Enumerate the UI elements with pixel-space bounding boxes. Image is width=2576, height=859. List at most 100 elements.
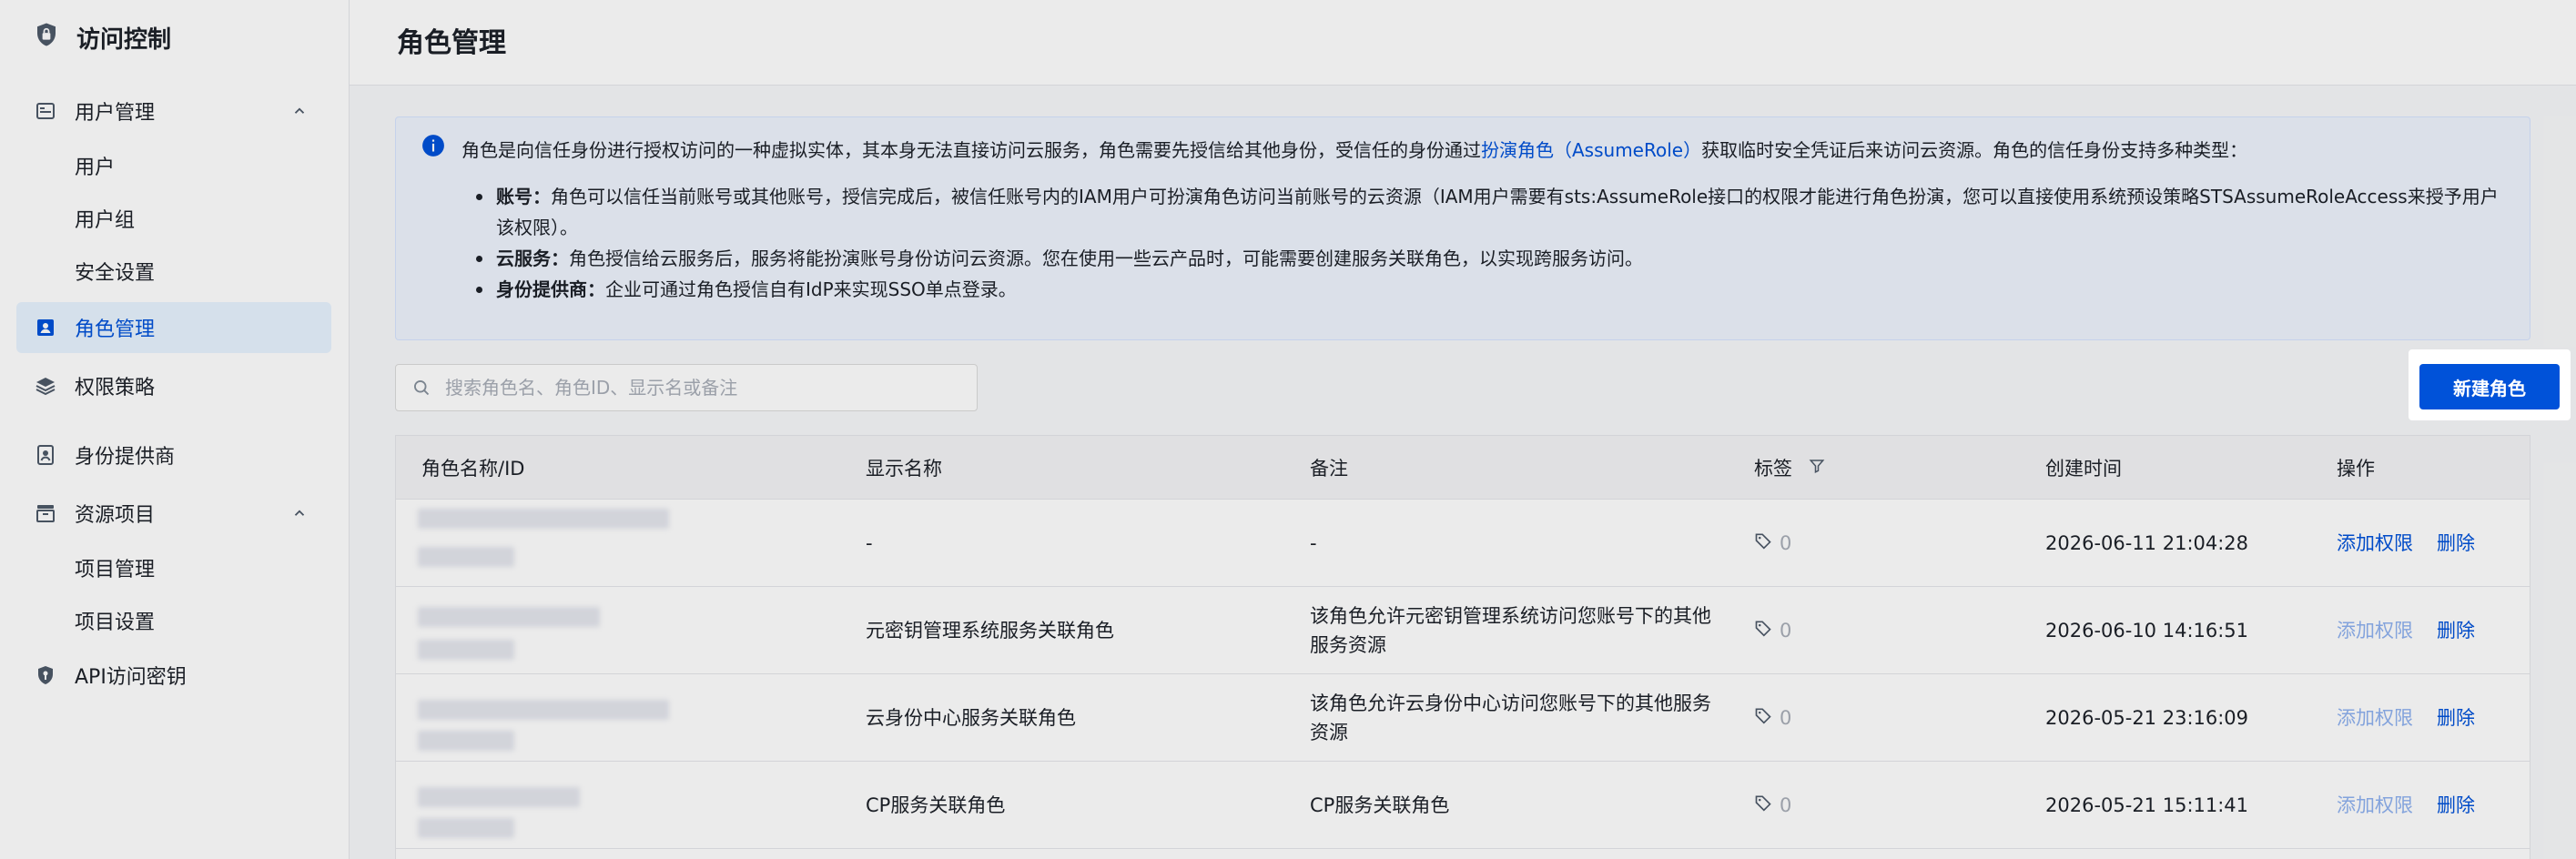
role-actions: 添加权限 删除 [2337, 674, 2475, 762]
redacted-role-name [418, 700, 669, 720]
search-input[interactable] [445, 377, 955, 399]
sidebar-group-label: 资源项目 [75, 504, 156, 527]
column-header-created: 创建时间 [2045, 458, 2122, 480]
tag-count: 0 [1780, 620, 1792, 642]
table-header: 角色名称/ID 显示名称 备注 标签 创建时间 操作 [396, 436, 2530, 500]
table-row: CP服务关联角色 CP服务关联角色 0 2026-05-21 15:11:41 … [396, 762, 2530, 849]
notice-item-text: 企业可通过角色授信自有IdP来实现SSO单点登录。 [605, 278, 1017, 300]
sidebar-group-resource-project[interactable]: 资源项目 [16, 488, 331, 539]
redacted-role-name [418, 607, 600, 627]
column-header-tags: 标签 [1754, 436, 1825, 500]
page-title: 角色管理 [397, 27, 506, 59]
roles-table: 角色名称/ID 显示名称 备注 标签 创建时间 操作 - - 0 2026-06… [395, 435, 2530, 859]
sidebar-item-label: 权限策略 [75, 377, 156, 399]
notice-item-text: 角色授信给云服务后，服务将能扮演账号身份访问云资源。您在使用一些云产品时，可能需… [569, 248, 1643, 269]
role-display-name: 云身份中心服务关联角色 [866, 707, 1076, 729]
sidebar-item-users[interactable]: 用户 [75, 146, 115, 186]
notice-item-idp: 身份提供商：企业可通过角色授信自有IdP来实现SSO单点登录。 [476, 274, 2502, 305]
sidebar-item-label: 角色管理 [75, 318, 156, 341]
new-role-button[interactable]: 新建角色 [2419, 364, 2560, 409]
role-actions: 添加权限 删除 [2337, 587, 2475, 674]
redacted-role-id [418, 640, 514, 660]
tag-icon [1754, 791, 1772, 820]
role-display-name: CP服务关联角色 [866, 794, 1006, 816]
sidebar-item-label: API访问密钥 [75, 666, 187, 689]
column-header-ops: 操作 [2337, 458, 2375, 480]
filter-icon[interactable] [1809, 457, 1825, 479]
role-created-time: 2026-05-21 23:16:09 [2045, 707, 2249, 729]
sidebar-item-idp[interactable]: 身份提供商 [16, 430, 331, 480]
sidebar-item-project-mgmt[interactable]: 项目管理 [75, 548, 155, 588]
sidebar-item-api-keys[interactable]: API访问密钥 [16, 650, 331, 701]
notice-list: 账号：角色可以信任当前账号或其他账号，授信完成后，被信任账号内的IAM用户可扮演… [476, 181, 2502, 305]
table-row: 元密钥管理系统服务关联角色 该角色允许元密钥管理系统访问您账号下的其他服务资源 … [396, 587, 2530, 674]
sidebar-item-project-settings[interactable]: 项目设置 [75, 601, 155, 641]
role-tags[interactable]: 0 [1754, 674, 1791, 762]
add-permission-link[interactable]: 添加权限 [2337, 703, 2413, 733]
notice-item-text: 角色可以信任当前账号或其他账号，授信完成后，被信任账号内的IAM用户可扮演角色访… [496, 186, 2499, 238]
spotlight-highlight: 新建角色 [2409, 349, 2571, 420]
sidebar-item-user-groups[interactable]: 用户组 [75, 198, 135, 238]
key-shield-icon [33, 662, 58, 688]
sidebar-item-roles[interactable]: 角色管理 [16, 302, 331, 353]
tag-count: 0 [1780, 532, 1792, 554]
add-permission-link[interactable]: 添加权限 [2337, 791, 2413, 820]
shield-lock-icon [33, 21, 60, 55]
redacted-role-id [418, 818, 514, 838]
folder-stack-icon [33, 500, 58, 526]
search-icon [412, 379, 431, 397]
notice-item-cloud-service: 云服务：角色授信给云服务后，服务将能扮演账号身份访问云资源。您在使用一些云产品时… [476, 243, 2502, 274]
sidebar-item-security[interactable]: 安全设置 [75, 251, 155, 291]
delete-link[interactable]: 删除 [2437, 616, 2475, 645]
notice-intro-text: 获取临时安全凭证后来访问云资源。角色的信任身份支持多种类型： [1701, 139, 2248, 161]
search-box[interactable] [395, 364, 978, 411]
add-permission-link[interactable]: 添加权限 [2337, 616, 2413, 645]
table-row: - - 0 2026-06-11 21:04:28 添加权限 删除 [396, 500, 2530, 587]
role-tags[interactable]: 0 [1754, 762, 1791, 849]
column-header-label: 标签 [1754, 458, 1792, 480]
sidebar-group-user-mgmt[interactable]: 用户管理 [16, 86, 331, 136]
role-created-time: 2026-06-10 14:16:51 [2045, 620, 2249, 642]
info-notice: 角色是向信任身份进行授权访问的一种虚拟实体，其本身无法直接访问云服务，角色需要先… [395, 116, 2530, 340]
delete-link[interactable]: 删除 [2437, 791, 2475, 820]
column-header-remark: 备注 [1310, 458, 1348, 480]
chevron-up-icon [291, 102, 308, 125]
role-created-time: 2026-05-21 15:11:41 [2045, 794, 2249, 816]
assume-role-link[interactable]: 扮演角色（AssumeRole） [1481, 139, 1701, 161]
column-header-display: 显示名称 [866, 458, 942, 480]
notice-item-label: 身份提供商： [496, 278, 605, 300]
notice-item-label: 账号： [496, 186, 551, 207]
page-header: 角色管理 [350, 0, 2576, 86]
sidebar-item-label: 身份提供商 [75, 446, 176, 469]
redacted-role-id [418, 547, 514, 567]
redacted-role-name [418, 509, 669, 529]
role-tags[interactable]: 0 [1754, 500, 1791, 587]
role-remark: 该角色允许元密钥管理系统访问您账号下的其他服务资源 [1310, 605, 1711, 656]
tag-count: 0 [1780, 794, 1792, 816]
role-remark: 该角色允许云身份中心访问您账号下的其他服务资源 [1310, 692, 1711, 743]
table-row: 云身份中心服务关联角色 该角色允许云身份中心访问您账号下的其他服务资源 0 20… [396, 674, 2530, 762]
role-display-name: - [866, 532, 873, 554]
redacted-role-id [418, 731, 514, 751]
notice-item-label: 云服务： [496, 248, 569, 269]
role-actions: 添加权限 删除 [2337, 762, 2475, 849]
delete-link[interactable]: 删除 [2437, 529, 2475, 558]
role-remark: CP服务关联角色 [1310, 794, 1450, 816]
tag-icon [1754, 529, 1772, 558]
notice-intro-text: 角色是向信任身份进行授权访问的一种虚拟实体，其本身无法直接访问云服务，角色需要先… [461, 139, 1481, 161]
add-permission-link[interactable]: 添加权限 [2337, 529, 2413, 558]
user-list-icon [33, 98, 58, 124]
notice-intro: 角色是向信任身份进行授权访问的一种虚拟实体，其本身无法直接访问云服务，角色需要先… [461, 134, 2502, 167]
role-remark: - [1310, 532, 1317, 554]
sidebar-item-policies[interactable]: 权限策略 [16, 360, 331, 411]
id-card-icon [33, 442, 58, 468]
role-display-name: 元密钥管理系统服务关联角色 [866, 620, 1114, 642]
delete-link[interactable]: 删除 [2437, 703, 2475, 733]
role-created-time: 2026-06-11 21:04:28 [2045, 532, 2249, 554]
redacted-role-name [418, 787, 580, 807]
tag-icon [1754, 703, 1772, 733]
chevron-up-icon [291, 504, 308, 527]
tag-icon [1754, 616, 1772, 645]
role-tags[interactable]: 0 [1754, 587, 1791, 674]
tag-count: 0 [1780, 707, 1792, 729]
